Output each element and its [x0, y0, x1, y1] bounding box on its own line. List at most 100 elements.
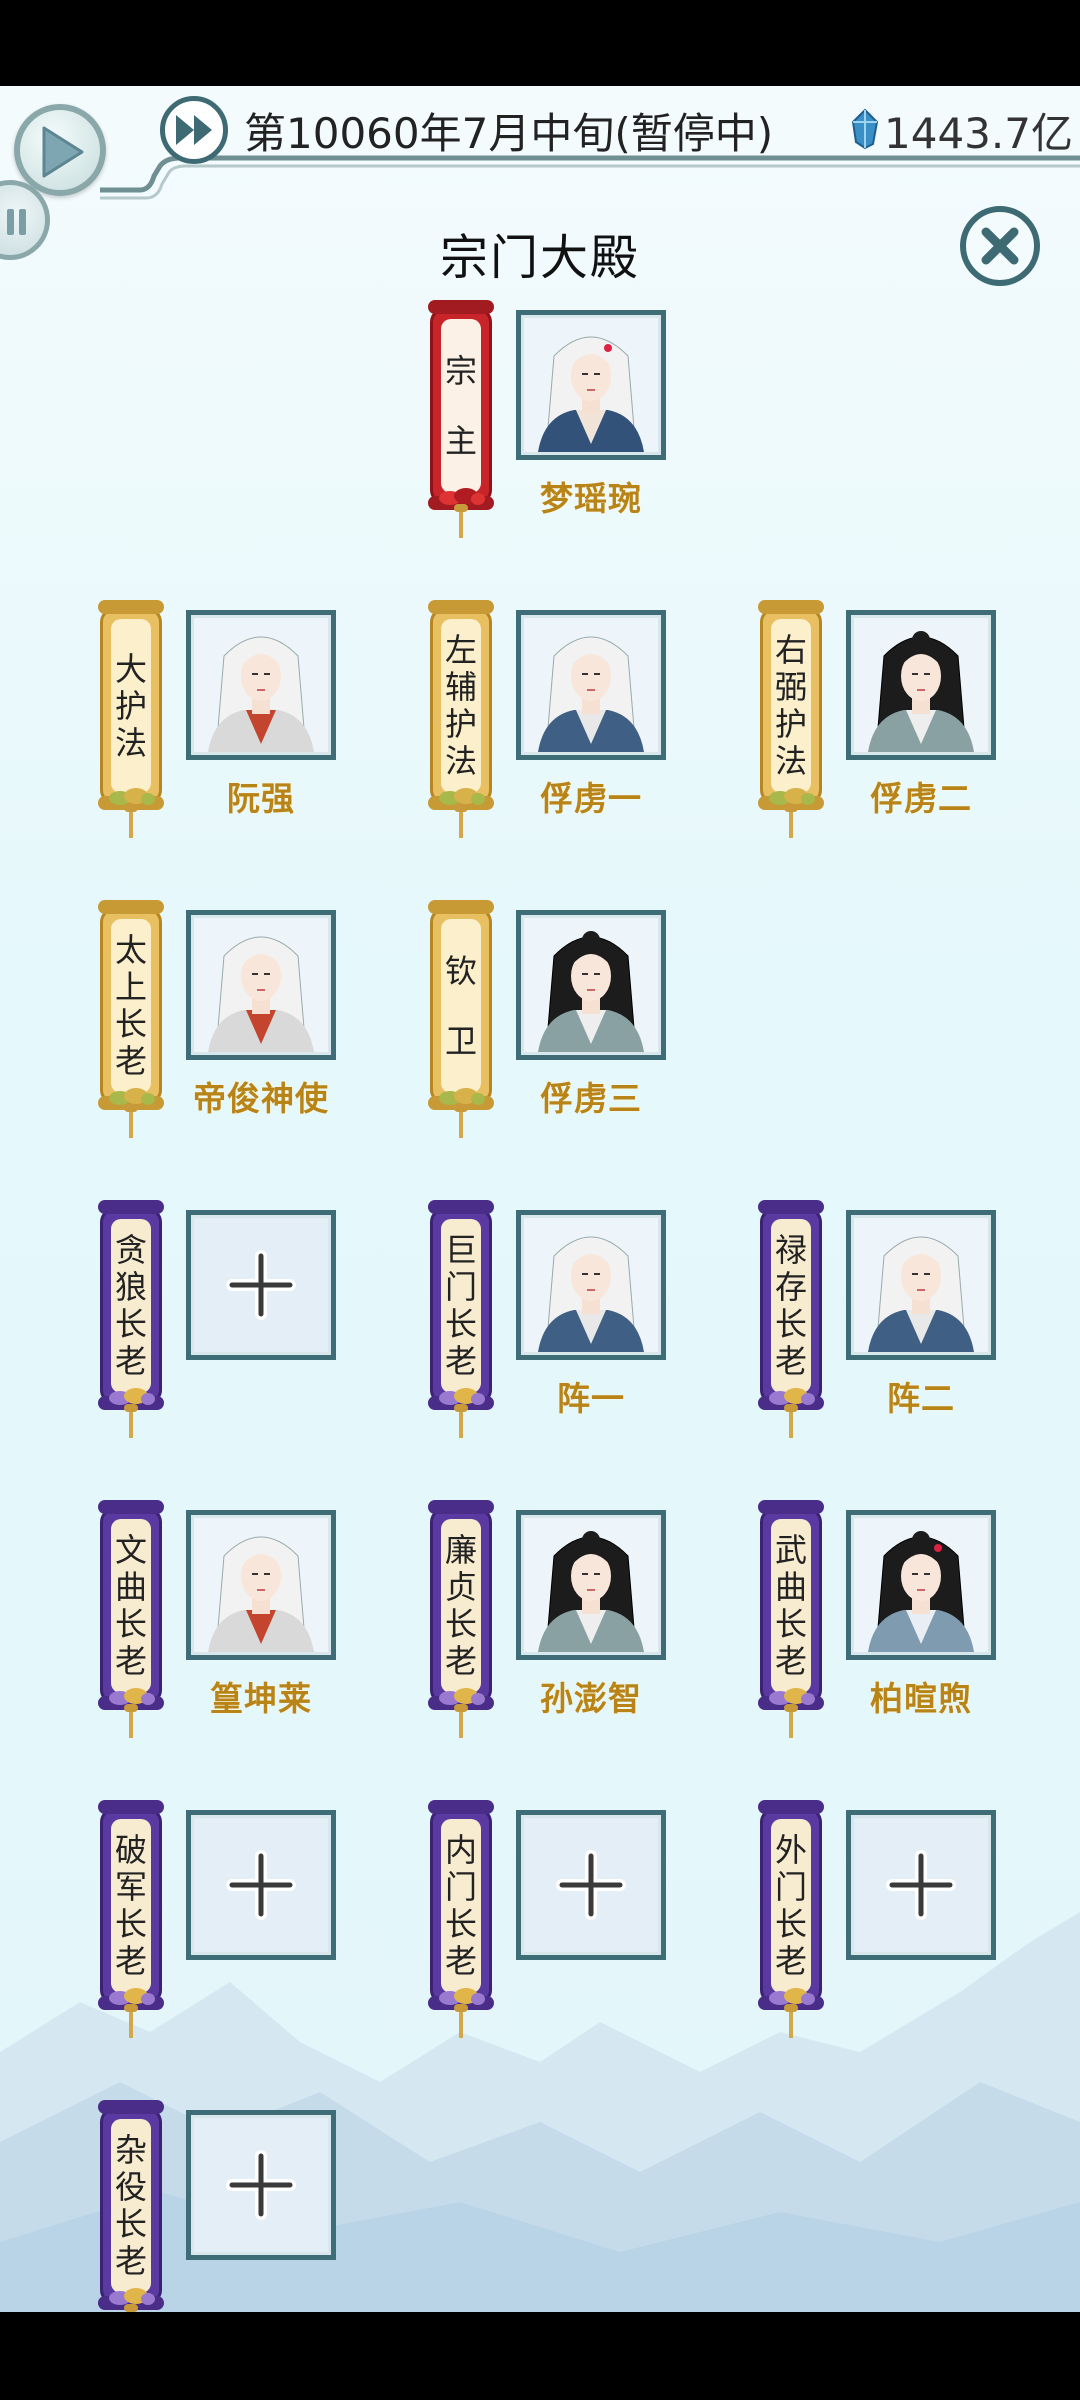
- plus-icon: [226, 1250, 296, 1320]
- avatar: [191, 915, 331, 1055]
- tassel-ornament: [454, 1404, 468, 1438]
- assign-member-button[interactable]: [516, 1810, 666, 1960]
- close-icon: [981, 227, 1019, 265]
- position-title-scroll: 禄存长老: [752, 1200, 830, 1438]
- tassel-ornament: [454, 504, 468, 538]
- member-portrait[interactable]: [846, 610, 996, 760]
- tassel-ornament: [454, 1704, 468, 1738]
- plus-icon: [226, 1850, 296, 1920]
- position-title: 钦卫: [444, 952, 477, 1060]
- position-slot[interactable]: 文曲长老 篁坤莱: [92, 1500, 392, 1738]
- member-name: 阵一: [557, 1379, 625, 1418]
- assign-member-button[interactable]: [186, 1810, 336, 1960]
- position-title: 杂役长老: [114, 2131, 147, 2280]
- member-name: 孙澎智: [540, 1679, 642, 1718]
- cloud-ornament-icon: [106, 2286, 156, 2306]
- member-name: 帝俊神使: [193, 1079, 329, 1118]
- assign-member-button[interactable]: [186, 1210, 336, 1360]
- position-slot[interactable]: 内门长老: [422, 1800, 722, 2038]
- avatar: [851, 615, 991, 755]
- fast-forward-button[interactable]: [160, 96, 228, 164]
- position-title-scroll: 太上长老: [92, 900, 170, 1138]
- position-title: 禄存长老: [774, 1231, 807, 1380]
- plus-icon: [556, 1850, 626, 1920]
- position-slot[interactable]: 破军长老: [92, 1800, 392, 2038]
- position-slot[interactable]: 太上长老帝俊神使: [92, 900, 392, 1138]
- position-title: 巨门长老: [444, 1231, 477, 1380]
- avatar: [521, 1515, 661, 1655]
- cloud-ornament-icon: [106, 1386, 156, 1406]
- position-title: 廉贞长老: [444, 1531, 477, 1680]
- position-title: 武曲长老: [774, 1531, 807, 1680]
- position-slot[interactable]: 武曲长老柏暄煦: [752, 1500, 1052, 1738]
- spirit-stone-icon: [851, 108, 879, 150]
- member-portrait[interactable]: [846, 1510, 996, 1660]
- member-portrait[interactable]: [186, 610, 336, 760]
- tassel-ornament: [784, 2004, 798, 2038]
- play-button[interactable]: [14, 104, 106, 196]
- position-title-scroll: 破军长老: [92, 1800, 170, 2038]
- member-name: 俘虏二: [870, 779, 972, 818]
- position-slot[interactable]: 左辅护法俘虏一: [422, 600, 722, 838]
- member-portrait[interactable]: [846, 1210, 996, 1360]
- tassel-ornament: [124, 1104, 138, 1138]
- position-title-scroll: 文曲长老: [92, 1500, 170, 1738]
- position-slot[interactable]: 杂役长老: [92, 2100, 392, 2312]
- member-portrait[interactable]: [516, 610, 666, 760]
- position-slot[interactable]: 外门长老: [752, 1800, 1052, 2038]
- cloud-ornament-icon: [766, 1386, 816, 1406]
- position-title: 文曲长老: [114, 1531, 147, 1680]
- position-slot[interactable]: 宗主 梦瑶琬: [422, 300, 722, 538]
- avatar: [521, 615, 661, 755]
- position-slot[interactable]: 钦卫 俘虏三: [422, 900, 722, 1138]
- avatar: [521, 915, 661, 1055]
- tassel-ornament: [124, 1404, 138, 1438]
- position-slot[interactable]: 右弼护法 俘虏二: [752, 600, 1052, 838]
- avatar: [521, 315, 661, 455]
- position-title: 太上长老: [114, 931, 147, 1080]
- sect-hall-screen: 第10060年7月中旬(暂停中) 1443.7亿 宗门大殿 宗主 梦瑶琬 大护法 阮强…: [0, 86, 1080, 2312]
- position-title: 左辅护法: [444, 631, 477, 780]
- position-slot[interactable]: 巨门长老阵一: [422, 1200, 722, 1438]
- position-title: 内门长老: [444, 1831, 477, 1980]
- member-portrait[interactable]: [516, 1210, 666, 1360]
- cloud-ornament-icon: [436, 486, 486, 506]
- position-slot[interactable]: 贪狼长老: [92, 1200, 392, 1438]
- member-portrait[interactable]: [516, 910, 666, 1060]
- cloud-ornament-icon: [766, 786, 816, 806]
- position-slot[interactable]: 禄存长老阵二: [752, 1200, 1052, 1438]
- tassel-ornament: [454, 2004, 468, 2038]
- avatar: [521, 1215, 661, 1355]
- member-portrait[interactable]: [516, 310, 666, 460]
- tassel-ornament: [454, 1104, 468, 1138]
- member-portrait[interactable]: [186, 1510, 336, 1660]
- cloud-ornament-icon: [436, 1986, 486, 2006]
- top-status-bar: 第10060年7月中旬(暂停中) 1443.7亿: [0, 86, 1080, 260]
- position-slot[interactable]: 廉贞长老孙澎智: [422, 1500, 722, 1738]
- position-title-scroll: 左辅护法: [422, 600, 500, 838]
- position-slot[interactable]: 大护法 阮强: [92, 600, 392, 838]
- tassel-ornament: [124, 2304, 138, 2312]
- cloud-ornament-icon: [106, 1086, 156, 1106]
- position-title: 破军长老: [114, 1831, 147, 1980]
- close-button[interactable]: [960, 206, 1040, 286]
- member-name: 俘虏一: [540, 779, 642, 818]
- cloud-ornament-icon: [106, 786, 156, 806]
- position-title-scroll: 钦卫: [422, 900, 500, 1138]
- cloud-ornament-icon: [106, 1986, 156, 2006]
- assign-member-button[interactable]: [186, 2110, 336, 2260]
- tassel-ornament: [124, 2004, 138, 2038]
- avatar: [851, 1215, 991, 1355]
- game-date-status: 第10060年7月中旬(暂停中): [244, 109, 774, 158]
- member-portrait[interactable]: [186, 910, 336, 1060]
- cloud-ornament-icon: [436, 1386, 486, 1406]
- assign-member-button[interactable]: [846, 1810, 996, 1960]
- position-title-scroll: 杂役长老: [92, 2100, 170, 2312]
- position-title: 大护法: [114, 649, 147, 762]
- plus-icon: [886, 1850, 956, 1920]
- position-title-scroll: 廉贞长老: [422, 1500, 500, 1738]
- member-name: 阵二: [887, 1379, 955, 1418]
- member-name: 柏暄煦: [870, 1679, 972, 1718]
- member-portrait[interactable]: [516, 1510, 666, 1660]
- avatar: [191, 615, 331, 755]
